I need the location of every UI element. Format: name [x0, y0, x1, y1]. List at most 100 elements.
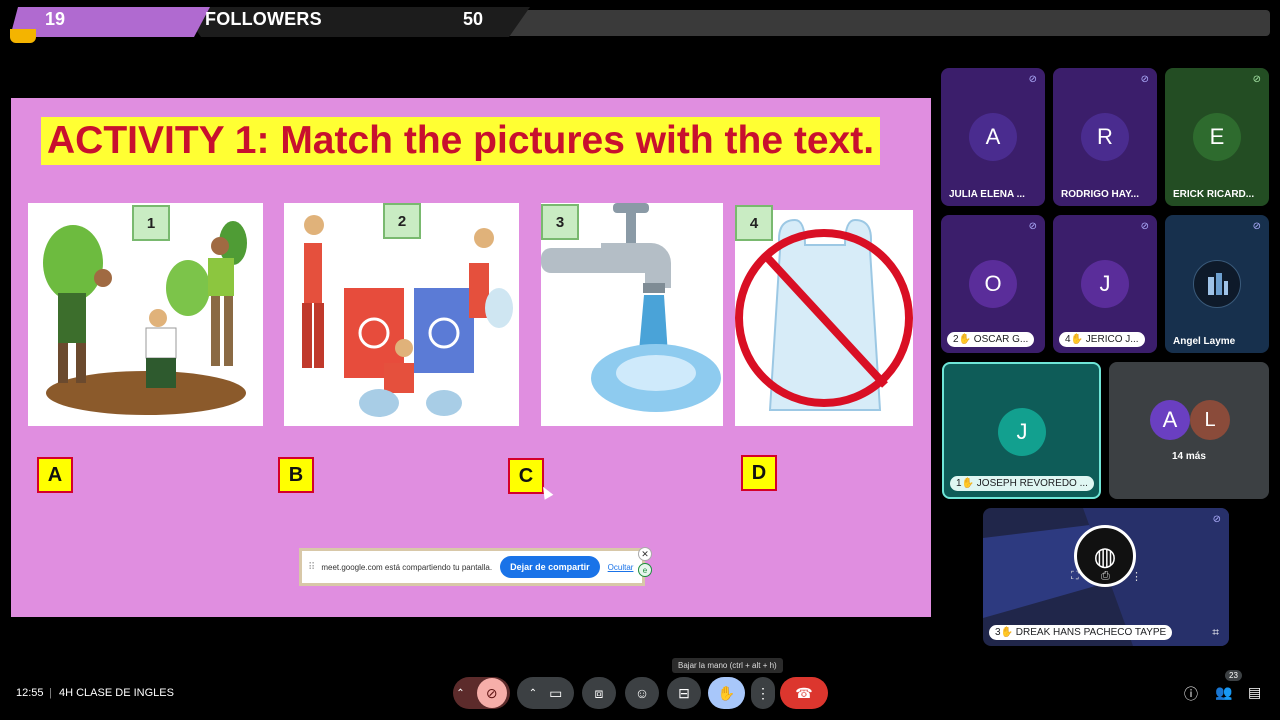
letter-d-box: D — [741, 455, 777, 491]
mic-off-icon[interactable]: ⊘ — [476, 678, 507, 708]
hide-share-bar-link[interactable]: Ocultar — [608, 563, 634, 572]
hand-icon: ✋ — [961, 478, 975, 489]
present-screen-button[interactable]: ⧈ — [582, 677, 616, 709]
more-count-label: 14 más — [1172, 451, 1206, 462]
more-options-icon[interactable]: ⋮ — [1131, 570, 1142, 583]
picture-4 — [735, 210, 913, 426]
followers-label: FOLLOWERS — [205, 9, 322, 29]
close-icon[interactable]: ✕ — [638, 547, 652, 561]
participant-name-text: JERICO J... — [1085, 334, 1139, 345]
hang-up-icon: ☎ — [795, 684, 813, 701]
participant-name-text: DREAK HANS PACHECO TAYPE — [1015, 627, 1167, 638]
avatar: O — [969, 260, 1017, 308]
participant-tile[interactable]: ⊘ O 2✋ OSCAR G... — [941, 215, 1045, 353]
participant-name: 1✋ JOSEPH REVOREDO ... — [950, 476, 1094, 491]
obs-logo-glyph: ◍ — [1093, 540, 1117, 571]
followers-left-count: 19 — [45, 9, 66, 29]
frame-icon[interactable]: ⛶ — [1071, 570, 1079, 583]
emoji-button[interactable]: ☺ — [625, 677, 659, 709]
hand-icon: ✋ — [958, 334, 972, 345]
more-participants-tile[interactable]: A L 14 más — [1109, 362, 1269, 499]
participant-tile[interactable]: ⊘ Angel Layme — [1165, 215, 1269, 353]
participant-name: JULIA ELENA ... — [949, 189, 1025, 200]
mic-options-chevron-icon[interactable]: ⌃ — [456, 688, 464, 699]
overlay-track — [440, 10, 1270, 36]
mic-off-icon: ⊘ — [1028, 74, 1037, 85]
mic-off-icon: ⊘ — [1252, 74, 1261, 85]
avatar: A — [969, 113, 1017, 161]
followers-right-count: 50 — [463, 9, 484, 29]
mic-off-icon: ⊘ — [1252, 221, 1261, 232]
participant-name-text: OSCAR G... — [973, 334, 1029, 345]
avatar: J — [998, 408, 1046, 456]
participant-tile[interactable]: ◍ ⛶ ⎙ ⋮ ⊘ 3✋ DREAK HANS PACHECO TAYPE ⌗ — [983, 508, 1229, 646]
followers-overlay: 19 FOLLOWERS 50 — [0, 7, 1270, 43]
participant-name: ERICK RICARD... — [1173, 189, 1255, 200]
meeting-clock: 12:55 — [16, 687, 44, 699]
participant-tile[interactable]: ⊘ A JULIA ELENA ... — [941, 68, 1045, 206]
no-plastic-bag-illustration — [735, 210, 913, 426]
pin-icon[interactable]: ⎙ — [1101, 570, 1110, 583]
participant-name: 3✋ DREAK HANS PACHECO TAYPE — [989, 625, 1173, 640]
picture-3-number: 3 — [541, 204, 579, 240]
camera-control-group: ⌃ ▭ — [517, 677, 574, 709]
captions-icon: ⊟ — [678, 684, 690, 701]
mic-off-icon: ⊘ — [1212, 514, 1221, 525]
camera-icon[interactable]: ▭ — [549, 685, 562, 702]
avatar: E — [1193, 113, 1241, 161]
participant-name: Angel Layme — [1173, 336, 1236, 347]
lower-hand-tooltip: Bajar la mano (ctrl + alt + h) — [672, 658, 783, 673]
participant-tile[interactable]: ⊘ E ERICK RICARD... — [1165, 68, 1269, 206]
picture-2-number: 2 — [383, 203, 421, 239]
overlay-pink-band — [10, 7, 210, 37]
drag-handle-icon[interactable]: ⠿ — [308, 562, 315, 573]
screen-share-bar: ⠿ meet.google.com está compartiendo tu p… — [299, 547, 652, 586]
avatar: R — [1081, 113, 1129, 161]
emoji-icon: ☺ — [634, 685, 650, 701]
chat-icon[interactable]: ▤ — [1248, 684, 1261, 701]
captions-button[interactable]: ⊟ — [667, 677, 701, 709]
meeting-name: 4H CLASE DE INGLES — [59, 687, 174, 699]
shared-slide: ACTIVITY 1: Match the pictures with the … — [11, 98, 931, 617]
extension-icon[interactable]: e — [638, 563, 652, 577]
meeting-info-icon[interactable]: ⓘ — [1184, 684, 1198, 704]
participant-name: RODRIGO HAY... — [1061, 189, 1139, 200]
mic-control-group: ⌃ ⊘ — [453, 677, 510, 709]
hand-icon: ✋ — [1070, 334, 1084, 345]
participant-tile[interactable]: ⊘ J 4✋ JERICO J... — [1053, 215, 1157, 353]
overlay-corner — [10, 29, 36, 43]
mic-off-icon: ⊘ — [1140, 74, 1149, 85]
avatar: A — [1150, 400, 1190, 440]
participant-tile[interactable]: ⊘ R RODRIGO HAY... — [1053, 68, 1157, 206]
picture-1-number: 1 — [132, 205, 170, 241]
mic-off-icon: ⊘ — [1028, 221, 1037, 232]
city-photo-icon — [1208, 273, 1228, 295]
participant-name: 2✋ OSCAR G... — [947, 332, 1035, 347]
people-count-badge: 23 — [1225, 670, 1242, 681]
crop-icon[interactable]: ⌗ — [1212, 625, 1219, 640]
people-icon[interactable]: 👥 — [1215, 684, 1232, 701]
mic-off-icon: ⊘ — [1140, 221, 1149, 232]
present-icon: ⧈ — [594, 684, 604, 701]
more-vertical-icon: ⋮ — [756, 684, 770, 701]
slide-title: ACTIVITY 1: Match the pictures with the … — [41, 117, 881, 165]
share-message: meet.google.com está compartiendo tu pan… — [321, 562, 493, 572]
leave-call-button[interactable]: ☎ — [780, 677, 828, 709]
meet-window: 19 FOLLOWERS 50 ACTIVITY 1: Match the pi… — [0, 0, 1280, 720]
participant-name: 4✋ JERICO J... — [1059, 332, 1145, 347]
toolbar-separator: | — [49, 687, 52, 699]
letter-a-box: A — [37, 457, 73, 493]
avatar: L — [1190, 400, 1230, 440]
raise-hand-button[interactable]: ✋ — [708, 677, 745, 709]
avatar: J — [1081, 260, 1129, 308]
profile-photo — [1193, 260, 1241, 308]
participant-tile-speaking[interactable]: J 1✋ JOSEPH REVOREDO ... — [942, 362, 1101, 499]
hand-icon: ✋ — [717, 684, 736, 701]
participant-name-text: JOSEPH REVOREDO ... — [976, 478, 1088, 489]
mouse-cursor — [538, 484, 554, 500]
more-options-button[interactable]: ⋮ — [751, 677, 775, 709]
camera-options-chevron-icon[interactable]: ⌃ — [529, 688, 537, 699]
picture-4-number: 4 — [735, 205, 773, 241]
stop-sharing-button[interactable]: Dejar de compartir — [500, 556, 600, 578]
letter-b-box: B — [278, 457, 314, 493]
